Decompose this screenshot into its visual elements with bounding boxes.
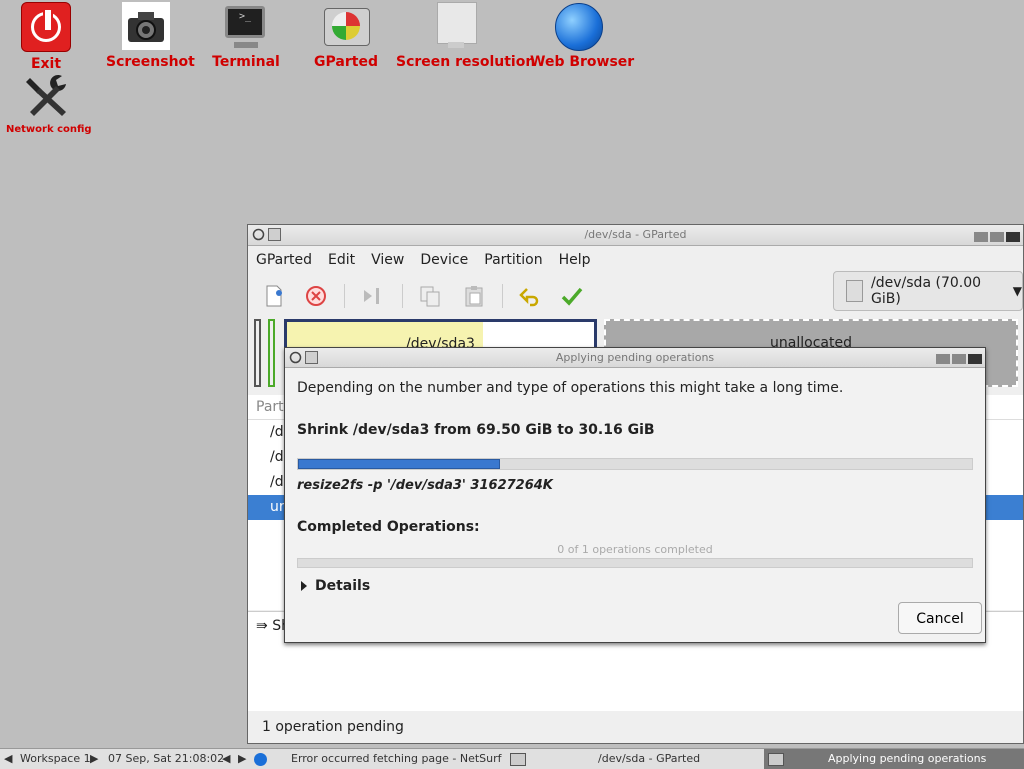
task-label: /dev/sda - GParted [598, 752, 701, 765]
gparted-icon [510, 752, 526, 766]
tools-icon [22, 72, 70, 120]
dialog-titlebar[interactable]: Applying pending operations [285, 348, 985, 368]
camera-icon [122, 2, 170, 50]
details-label: Details [315, 578, 371, 594]
desktop-icon-terminal[interactable]: >_ Terminal [210, 2, 282, 70]
status-bar: 1 operation pending [248, 711, 1023, 743]
cancel-button[interactable]: Cancel [898, 602, 982, 634]
partition-block[interactable] [254, 319, 261, 387]
desktop-icon-label: Web Browser [530, 54, 635, 70]
desktop-icon-label: Screen resolution [396, 54, 536, 70]
window-menu-icon[interactable] [252, 228, 265, 241]
copy-icon[interactable] [418, 284, 442, 308]
window-title: /dev/sda - GParted [584, 228, 687, 241]
minimize-button[interactable] [936, 354, 950, 364]
desktop-icon-screenshot[interactable]: Screenshot [106, 2, 195, 70]
workspace-prev-arrow-icon[interactable]: ◀ [4, 749, 12, 769]
globe-icon [254, 752, 267, 766]
harddisk-icon [846, 280, 864, 302]
menu-device[interactable]: Device [420, 252, 468, 268]
minimize-button[interactable] [974, 232, 988, 242]
menu-partition[interactable]: Partition [484, 252, 542, 268]
menu-edit[interactable]: Edit [328, 252, 355, 268]
desktop-icon-label: Exit [30, 56, 62, 72]
desktop-icon-label: Screenshot [106, 54, 195, 70]
workspace-label[interactable]: Workspace 1 [20, 749, 91, 769]
menu-gparted[interactable]: GParted [256, 252, 312, 268]
completed-operations-label: Completed Operations: [297, 519, 480, 535]
gparted-icon [305, 351, 318, 364]
terminal-icon: >_ [222, 2, 270, 50]
maximize-button[interactable] [990, 232, 1004, 242]
task-netsurf[interactable]: Error occurred fetching page - NetSurf [254, 749, 502, 769]
gparted-icon [768, 752, 784, 766]
partition-block[interactable] [268, 319, 275, 387]
taskbar: ◀ Workspace 1 ▶ 07 Sep, Sat 21:08:02 ◀ ▶… [0, 748, 1024, 769]
desktop-icon-exit[interactable]: Exit [18, 2, 74, 72]
desktop-icon-label: Network config [6, 124, 92, 135]
globe-icon [554, 2, 603, 51]
details-expander[interactable]: Details [297, 578, 973, 594]
monitor-icon [432, 2, 480, 50]
power-icon [21, 2, 71, 52]
device-selector-label: /dev/sda (70.00 GiB) [871, 275, 982, 307]
gparted-icon [322, 2, 370, 50]
chevron-down-icon: ▼ [1012, 284, 1022, 298]
task-next-arrow-icon[interactable]: ▶ [238, 749, 246, 769]
menu-view[interactable]: View [371, 252, 404, 268]
desktop-icon-label: Terminal [212, 54, 280, 70]
close-button[interactable] [1006, 232, 1020, 242]
maximize-button[interactable] [952, 354, 966, 364]
menu-help[interactable]: Help [559, 252, 591, 268]
task-apply-dialog[interactable]: Applying pending operations [764, 749, 1024, 769]
undo-icon[interactable] [518, 284, 542, 308]
desktop-icon-gparted[interactable]: GParted [312, 2, 380, 70]
apply-dialog: Applying pending operations Depending on… [284, 347, 986, 643]
window-titlebar[interactable]: /dev/sda - GParted [248, 225, 1023, 246]
device-selector[interactable]: /dev/sda (70.00 GiB) ▼ [833, 271, 1023, 311]
task-prev-arrow-icon[interactable]: ◀ [222, 749, 230, 769]
current-operation: Shrink /dev/sda3 from 69.50 GiB to 30.16… [297, 422, 655, 438]
desktop-icon-label: GParted [314, 54, 378, 70]
desktop-icon-screen-resolution[interactable]: Screen resolution [396, 2, 536, 70]
gparted-icon [268, 228, 281, 241]
current-command: resize2fs -p '/dev/sda3' 31627264K [297, 478, 553, 493]
arrow-icon: ⇛ [256, 618, 273, 634]
completed-progress-bar [297, 558, 973, 568]
desktop-icon-network-config[interactable]: Network config [6, 72, 92, 135]
completed-count: 0 of 1 operations completed [557, 543, 713, 556]
apply-icon[interactable] [560, 284, 584, 308]
new-partition-icon[interactable] [262, 284, 286, 308]
task-gparted[interactable]: /dev/sda - GParted [510, 749, 760, 769]
window-menu-icon[interactable] [289, 351, 302, 364]
desktop-icon-web-browser[interactable]: Web Browser [530, 2, 635, 70]
close-button[interactable] [968, 354, 982, 364]
menubar: GParted Edit View Device Partition Help [248, 246, 1023, 274]
dialog-title: Applying pending operations [555, 351, 715, 364]
task-label: Applying pending operations [828, 752, 987, 765]
expander-arrow-icon [301, 581, 307, 591]
progress-fill [298, 459, 501, 469]
resize-move-icon[interactable] [360, 284, 384, 308]
delete-partition-icon[interactable] [304, 284, 328, 308]
dialog-intro: Depending on the number and type of oper… [297, 380, 844, 396]
task-label: Error occurred fetching page - NetSurf [291, 752, 502, 765]
clock: 07 Sep, Sat 21:08:02 [108, 752, 225, 765]
paste-icon[interactable] [462, 284, 486, 308]
operation-progress-bar [297, 458, 973, 470]
workspace-next-arrow-icon[interactable]: ▶ [90, 749, 98, 769]
